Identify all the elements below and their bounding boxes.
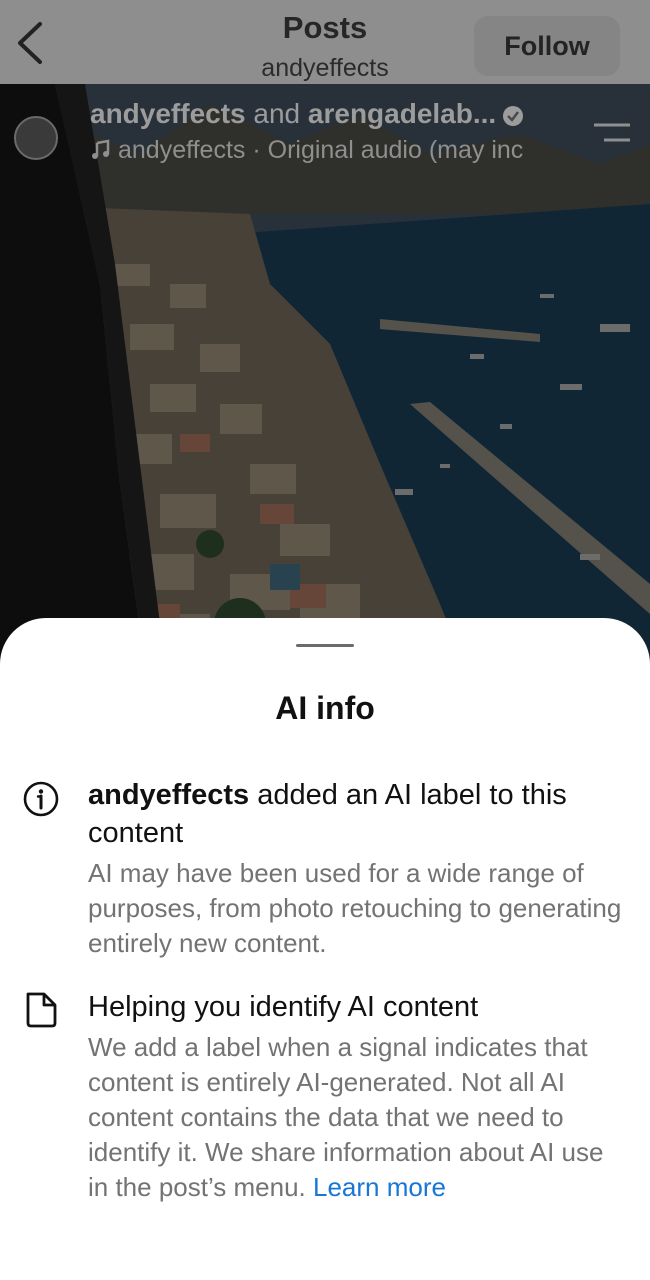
audio-label: andyeffects · Original audio (may inc (118, 136, 524, 164)
top-bar: Posts andyeffects Follow (0, 0, 650, 84)
ai-info-sheet: AI info andyeffects added an AI label to… (0, 618, 650, 1280)
author-secondary[interactable]: arengadelab... (308, 98, 496, 129)
post-authors[interactable]: andyeffects and arengadelab... (90, 98, 524, 130)
identify-ai-description: We add a label when a signal indicates t… (88, 1030, 628, 1205)
ai-label-username: andyeffects (88, 779, 250, 811)
document-icon (26, 992, 57, 1028)
sheet-title: AI info (275, 690, 375, 726)
post-header: andyeffects and arengadelab... andyeffec… (0, 92, 650, 172)
info-circle-icon (23, 781, 59, 817)
ai-label-heading: andyeffects added an AI label to this co… (88, 776, 628, 852)
author-connector: and (245, 98, 308, 129)
learn-more-link[interactable]: Learn more (313, 1172, 446, 1202)
verified-badge-icon (503, 105, 524, 126)
background-post: Posts andyeffects Follow andyeffects and… (0, 0, 650, 700)
follow-button[interactable]: Follow (474, 16, 620, 76)
identify-ai-heading: Helping you identify AI content (88, 991, 479, 1023)
sheet-drag-handle[interactable] (296, 644, 354, 647)
avatar[interactable] (14, 116, 58, 160)
author-primary[interactable]: andyeffects (90, 98, 246, 129)
audio-info[interactable]: andyeffects · Original audio (may inc (90, 136, 580, 165)
menu-lines-icon[interactable] (594, 122, 630, 144)
ai-label-description: AI may have been used for a wide range o… (88, 858, 622, 958)
music-note-icon (92, 139, 110, 159)
